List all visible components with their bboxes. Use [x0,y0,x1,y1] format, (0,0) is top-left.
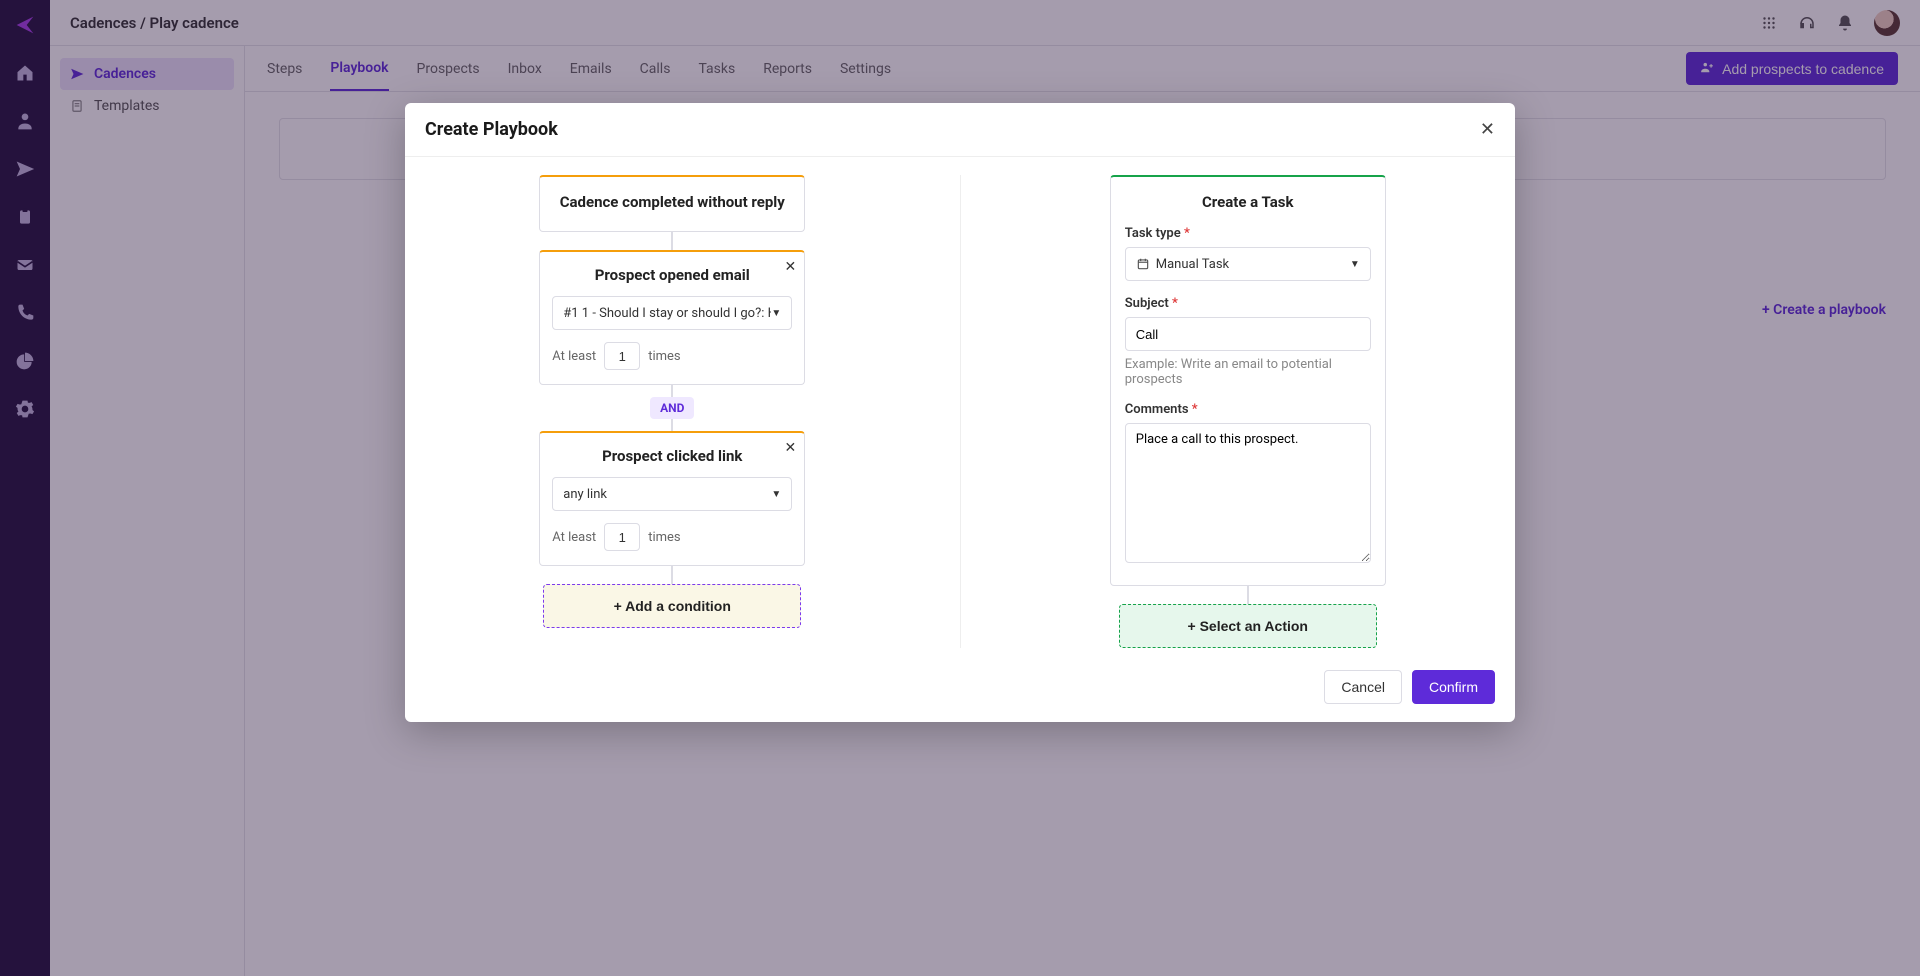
comments-label: Comments * [1125,402,1198,417]
modal-overlay: Create Playbook ✕ Cadence completed with… [0,0,1920,976]
subject-label: Subject * [1125,296,1178,311]
select-value: any link [563,487,607,502]
subject-input[interactable] [1125,317,1371,351]
at-least-label: At least [552,530,596,545]
connector-line [671,232,673,250]
modal-footer: Cancel Confirm [405,658,1515,722]
create-playbook-modal: Create Playbook ✕ Cadence completed with… [405,103,1515,722]
modal-close-button[interactable]: ✕ [1480,119,1495,140]
calendar-icon [1136,257,1150,271]
at-least-label: At least [552,349,596,364]
cancel-button[interactable]: Cancel [1324,670,1402,704]
connector-line [1247,586,1249,604]
task-type-select[interactable]: Manual Task ▼ [1125,247,1371,281]
modal-title: Create Playbook [425,119,558,140]
connector-line [671,385,673,397]
task-type-group: Task type * Manual Task ▼ [1125,225,1371,281]
count-input[interactable] [604,342,640,370]
chevron-down-icon: ▼ [771,308,781,319]
email-select[interactable]: #1 1 - Should I stay or should I go?: Hi… [552,296,792,330]
remove-condition-button[interactable]: ✕ [785,439,797,456]
add-condition-button[interactable]: + Add a condition [543,584,801,628]
times-label: times [648,349,680,364]
condition-title: Prospect opened email [552,266,792,284]
comments-group: Comments * [1125,401,1371,567]
chevron-down-icon: ▼ [1350,259,1360,270]
remove-condition-button[interactable]: ✕ [785,258,797,275]
connector-line [671,419,673,431]
times-label: times [648,530,680,545]
modal-header: Create Playbook ✕ [405,103,1515,157]
condition-card-clicked-link: ✕ Prospect clicked link any link ▼ At le… [539,431,805,566]
task-type-label: Task type * [1125,226,1190,241]
count-row: At least times [552,342,792,370]
select-value: #1 1 - Should I stay or should I go?: Hi… [563,306,771,321]
action-title: Create a Task [1125,193,1371,211]
confirm-button[interactable]: Confirm [1412,670,1495,704]
count-input[interactable] [604,523,640,551]
trigger-title: Cadence completed without reply [552,193,792,211]
count-row: At least times [552,523,792,551]
modal-body: Cadence completed without reply ✕ Prospe… [405,157,1515,658]
create-task-card: Create a Task Task type * Manual Task ▼ [1110,175,1386,586]
condition-card-opened-email: ✕ Prospect opened email #1 1 - Should I … [539,250,805,385]
link-select[interactable]: any link ▼ [552,477,792,511]
select-action-button[interactable]: + Select an Action [1119,604,1377,648]
trigger-card: Cadence completed without reply [539,175,805,232]
connector-line [671,566,673,584]
and-chip: AND [650,397,694,419]
chevron-down-icon: ▼ [771,489,781,500]
actions-column: Create a Task Task type * Manual Task ▼ [961,175,1496,648]
condition-title: Prospect clicked link [552,447,792,465]
select-value: Manual Task [1156,257,1229,272]
conditions-column: Cadence completed without reply ✕ Prospe… [425,175,961,648]
subject-example: Example: Write an email to potential pro… [1125,357,1371,387]
subject-group: Subject * Example: Write an email to pot… [1125,295,1371,387]
comments-textarea[interactable] [1125,423,1371,563]
